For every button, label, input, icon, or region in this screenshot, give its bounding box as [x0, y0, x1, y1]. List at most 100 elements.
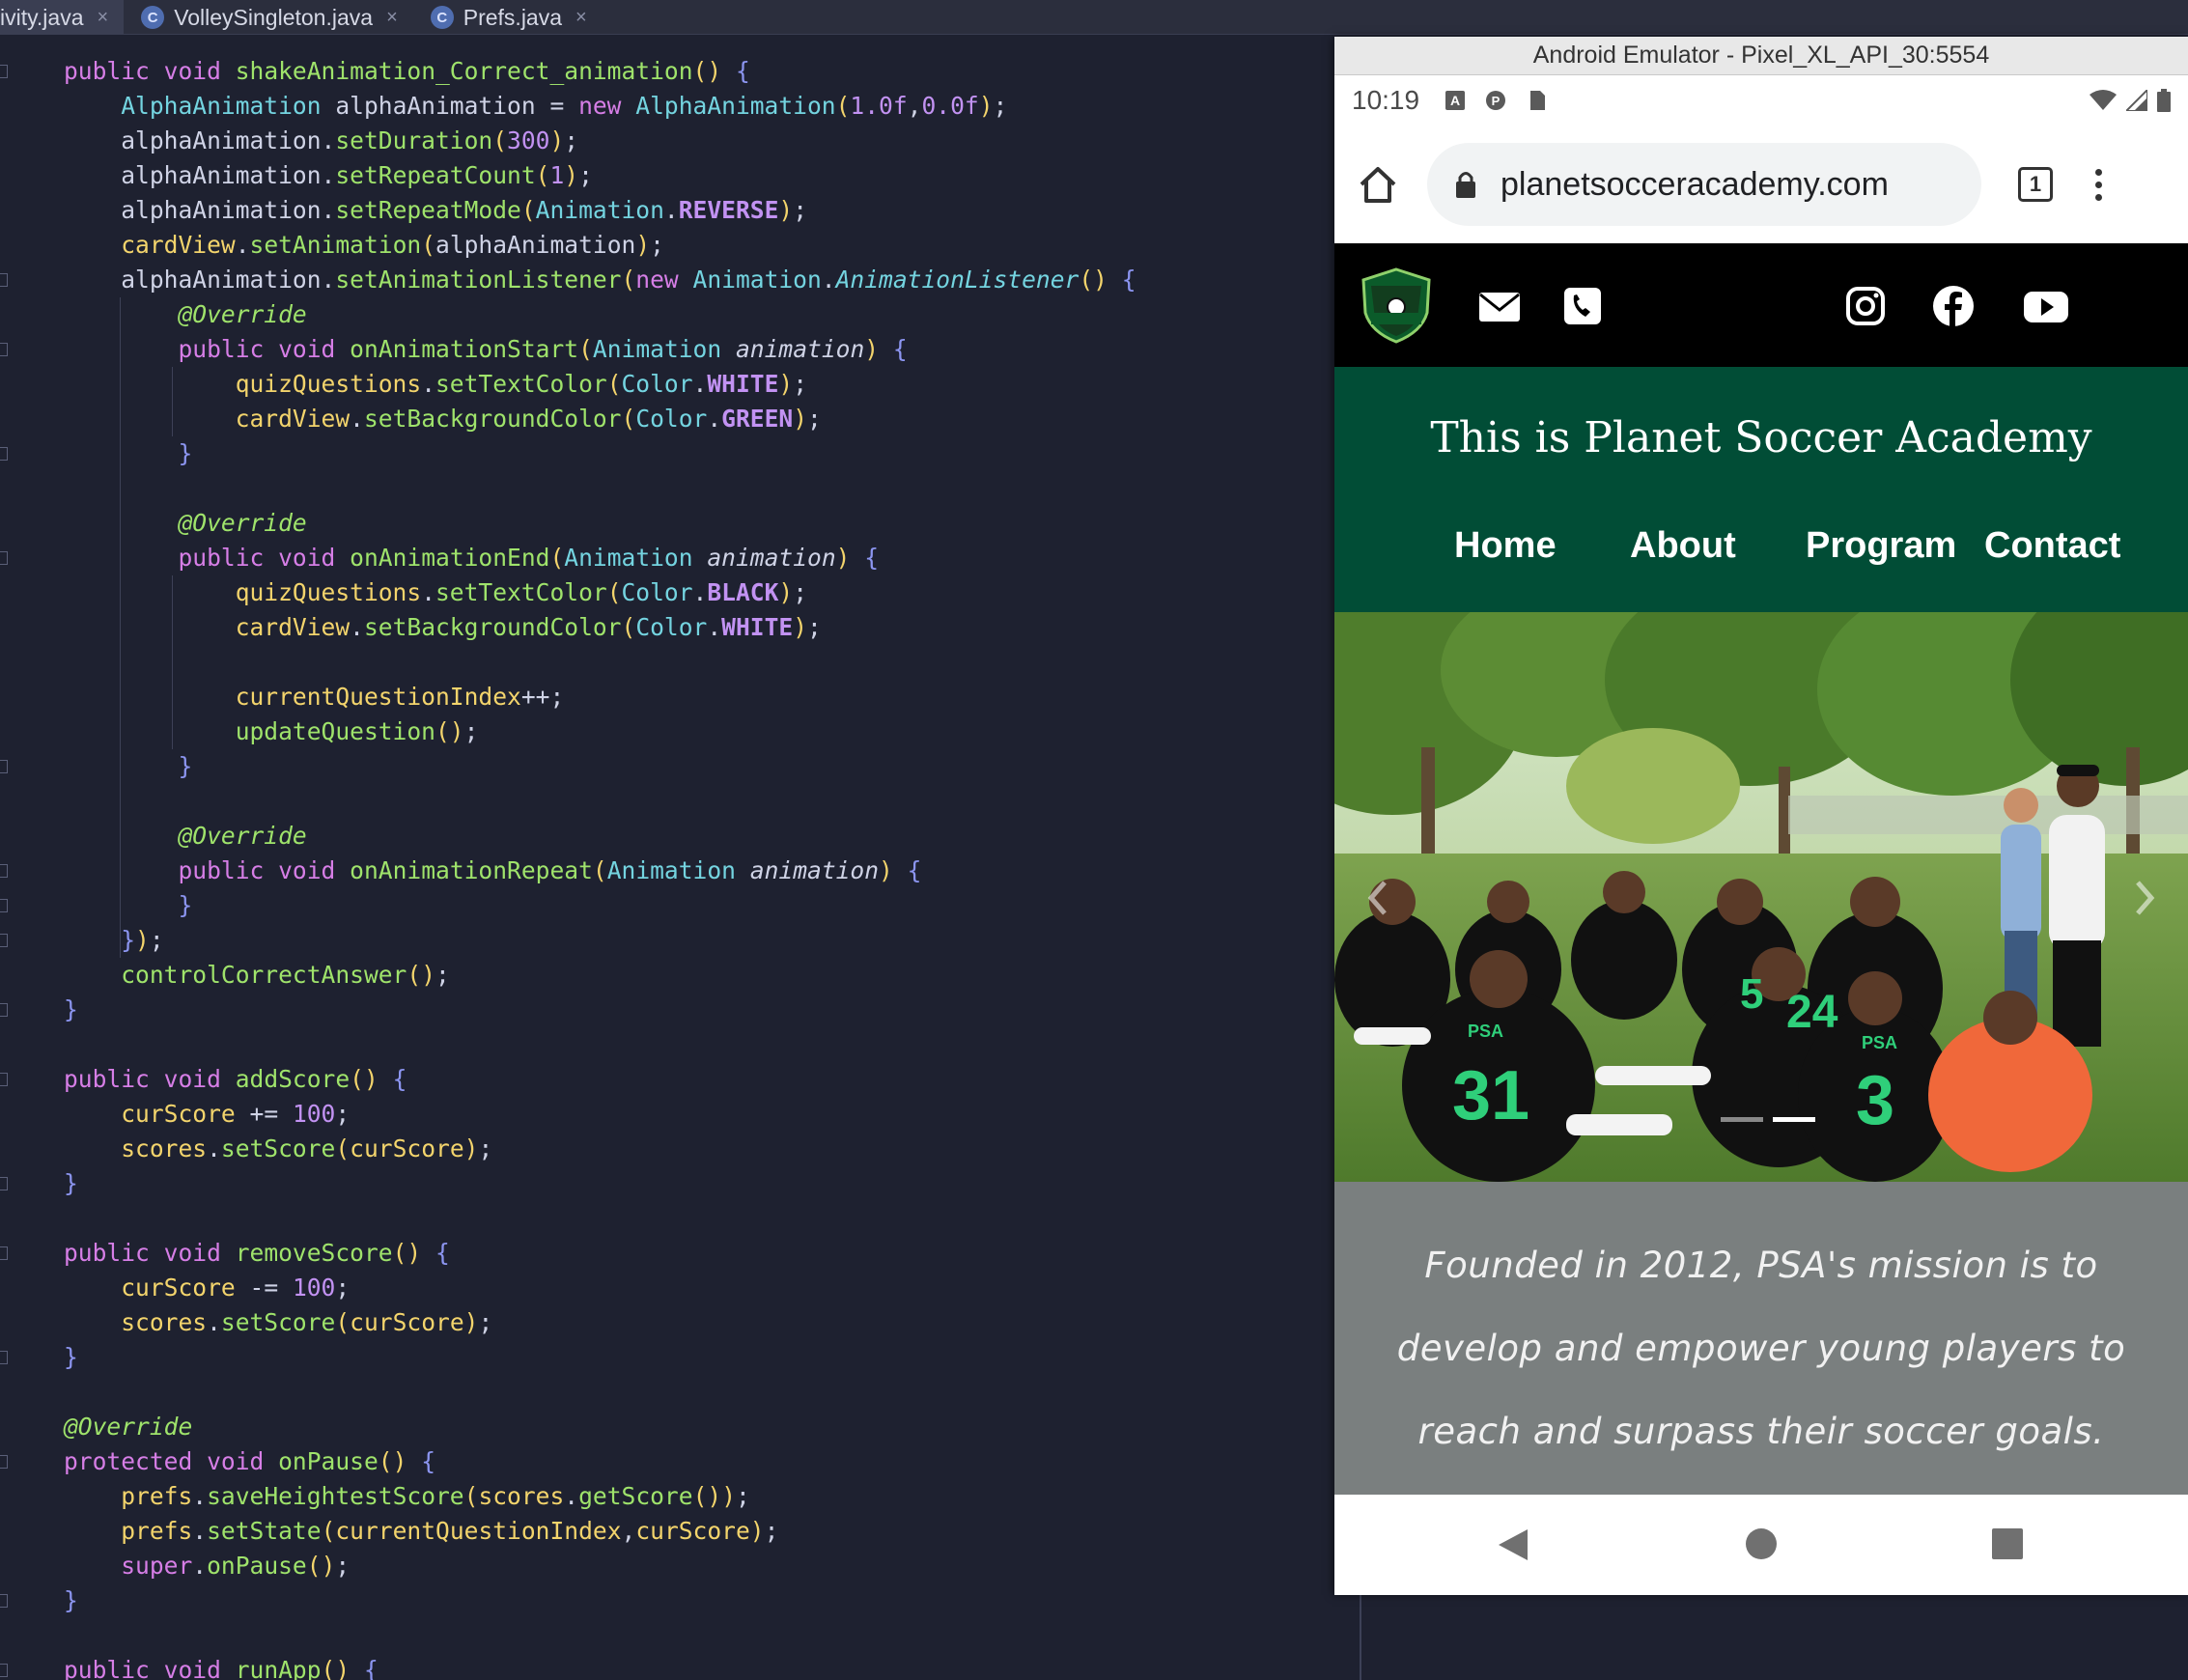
- code-line[interactable]: public void runApp() {: [64, 1653, 1136, 1680]
- code-line[interactable]: [64, 1027, 1136, 1062]
- code-line[interactable]: cardView.setBackgroundColor(Color.GREEN)…: [64, 402, 1136, 436]
- fold-marker-icon[interactable]: [0, 1246, 8, 1260]
- sd-card-icon: [1530, 91, 1546, 110]
- code-line[interactable]: controlCorrectAnswer();: [64, 958, 1136, 993]
- fold-marker-icon[interactable]: [0, 1177, 8, 1190]
- nav-home[interactable]: Home: [1454, 525, 1557, 567]
- academy-logo[interactable]: [1358, 266, 1435, 344]
- code-line[interactable]: cardView.setAnimation(alphaAnimation);: [64, 228, 1136, 263]
- code-line[interactable]: [64, 1618, 1136, 1653]
- code-line[interactable]: }: [64, 993, 1136, 1027]
- code-line[interactable]: scores.setScore(curScore);: [64, 1132, 1136, 1166]
- code-line[interactable]: public void shakeAnimation_Correct_anima…: [64, 54, 1136, 89]
- facebook-icon[interactable]: [1931, 284, 1976, 328]
- code-line[interactable]: }: [64, 1340, 1136, 1375]
- code-line[interactable]: currentQuestionIndex++;: [64, 680, 1136, 714]
- code-line[interactable]: @Override: [64, 506, 1136, 541]
- code-line[interactable]: super.onPause();: [64, 1549, 1136, 1583]
- code-line[interactable]: quizQuestions.setTextColor(Color.BLACK);: [64, 575, 1136, 610]
- code-line[interactable]: public void onAnimationStart(Animation a…: [64, 332, 1136, 367]
- address-bar[interactable]: planetsocceracademy.com: [1427, 143, 1981, 226]
- tab-label: Prefs.java: [463, 4, 563, 30]
- tab-activity-java[interactable]: ivity.java ×: [0, 0, 125, 35]
- code-line[interactable]: prefs.setState(currentQuestionIndex,curS…: [64, 1514, 1136, 1549]
- code-line[interactable]: }: [64, 436, 1136, 471]
- fold-marker-icon[interactable]: [0, 760, 8, 773]
- email-icon[interactable]: [1477, 284, 1522, 328]
- phone-icon[interactable]: [1560, 284, 1605, 328]
- fold-marker-icon[interactable]: [0, 551, 8, 565]
- code-line[interactable]: protected void onPause() {: [64, 1444, 1136, 1479]
- fold-marker-icon[interactable]: [0, 934, 8, 947]
- close-icon[interactable]: ×: [386, 7, 398, 29]
- instagram-icon[interactable]: [1843, 284, 1888, 328]
- code-line[interactable]: curScore -= 100;: [64, 1271, 1136, 1305]
- carousel-indicator-active[interactable]: [1773, 1117, 1815, 1122]
- code-line[interactable]: updateQuestion();: [64, 714, 1136, 749]
- code-line[interactable]: quizQuestions.setTextColor(Color.WHITE);: [64, 367, 1136, 402]
- home-button-icon[interactable]: [1745, 1527, 1778, 1560]
- code-line[interactable]: [64, 645, 1136, 680]
- code-line[interactable]: curScore += 100;: [64, 1097, 1136, 1132]
- tab-volleysingleton-java[interactable]: C VolleySingleton.java ×: [124, 0, 413, 35]
- code-text[interactable]: public void shakeAnimation_Correct_anima…: [64, 54, 1136, 1680]
- fold-marker-icon[interactable]: [0, 273, 8, 287]
- fold-marker-icon[interactable]: [0, 65, 8, 78]
- code-line[interactable]: }: [64, 1166, 1136, 1201]
- tab-prefs-java[interactable]: C Prefs.java ×: [413, 0, 603, 35]
- fold-marker-icon[interactable]: [0, 1351, 8, 1364]
- indent-guide: [120, 297, 121, 958]
- close-icon[interactable]: ×: [98, 7, 109, 29]
- nav-contact[interactable]: Contact: [1984, 525, 2120, 567]
- code-line[interactable]: public void onAnimationRepeat(Animation …: [64, 854, 1136, 888]
- fold-marker-icon[interactable]: [0, 1073, 8, 1086]
- carousel-indicator[interactable]: [1721, 1117, 1763, 1122]
- code-line[interactable]: [64, 784, 1136, 819]
- close-icon[interactable]: ×: [575, 7, 587, 29]
- code-line[interactable]: @Override: [64, 297, 1136, 332]
- code-line[interactable]: public void addScore() {: [64, 1062, 1136, 1097]
- jersey-label: PSA: [1862, 1033, 1897, 1052]
- code-line[interactable]: public void removeScore() {: [64, 1236, 1136, 1271]
- code-line[interactable]: @Override: [64, 1410, 1136, 1444]
- code-line[interactable]: alphaAnimation.setRepeatCount(1);: [64, 158, 1136, 193]
- code-line[interactable]: }: [64, 888, 1136, 923]
- fold-marker-icon[interactable]: [0, 447, 8, 461]
- recents-icon[interactable]: [1991, 1527, 2024, 1560]
- nav-program[interactable]: Program: [1806, 525, 1956, 567]
- hero-carousel[interactable]: 31 PSA 5 24 3 PSA: [1334, 612, 2188, 1182]
- nav-about[interactable]: About: [1630, 525, 1736, 567]
- fold-marker-icon[interactable]: [0, 864, 8, 878]
- tab-switcher-button[interactable]: 1: [2018, 167, 2053, 202]
- code-line[interactable]: alphaAnimation.setAnimationListener(new …: [64, 263, 1136, 297]
- code-line[interactable]: alphaAnimation.setDuration(300);: [64, 124, 1136, 158]
- android-emulator-window: Android Emulator - Pixel_XL_API_30:5554 …: [1334, 37, 2188, 1595]
- code-line[interactable]: AlphaAnimation alphaAnimation = new Alph…: [64, 89, 1136, 124]
- fold-marker-icon[interactable]: [0, 343, 8, 356]
- code-editor[interactable]: public void shakeAnimation_Correct_anima…: [0, 35, 1334, 1680]
- code-line[interactable]: cardView.setBackgroundColor(Color.WHITE)…: [64, 610, 1136, 645]
- fold-marker-icon[interactable]: [0, 899, 8, 912]
- code-line[interactable]: public void onAnimationEnd(Animation ani…: [64, 541, 1136, 575]
- fold-marker-icon[interactable]: [0, 1594, 8, 1608]
- fold-marker-icon[interactable]: [0, 1455, 8, 1469]
- back-icon[interactable]: [1497, 1527, 1529, 1562]
- fold-marker-icon[interactable]: [0, 1664, 8, 1677]
- code-line[interactable]: }: [64, 749, 1136, 784]
- youtube-icon[interactable]: [2022, 284, 2070, 328]
- code-line[interactable]: [64, 1201, 1136, 1236]
- code-line[interactable]: }: [64, 1583, 1136, 1618]
- code-line[interactable]: });: [64, 923, 1136, 958]
- jersey-number: 5: [1740, 970, 1763, 1018]
- home-icon[interactable]: [1358, 165, 1398, 204]
- code-line[interactable]: @Override: [64, 819, 1136, 854]
- code-line[interactable]: prefs.saveHeightestScore(scores.getScore…: [64, 1479, 1136, 1514]
- editor-tab-bar: ivity.java × C VolleySingleton.java × C …: [0, 0, 2188, 35]
- overflow-menu-icon[interactable]: [2095, 168, 2102, 201]
- code-line[interactable]: scores.setScore(curScore);: [64, 1305, 1136, 1340]
- code-line[interactable]: [64, 471, 1136, 506]
- code-line[interactable]: alphaAnimation.setRepeatMode(Animation.R…: [64, 193, 1136, 228]
- jersey-number: 31: [1452, 1057, 1529, 1134]
- fold-marker-icon[interactable]: [0, 1003, 8, 1017]
- code-line[interactable]: [64, 1375, 1136, 1410]
